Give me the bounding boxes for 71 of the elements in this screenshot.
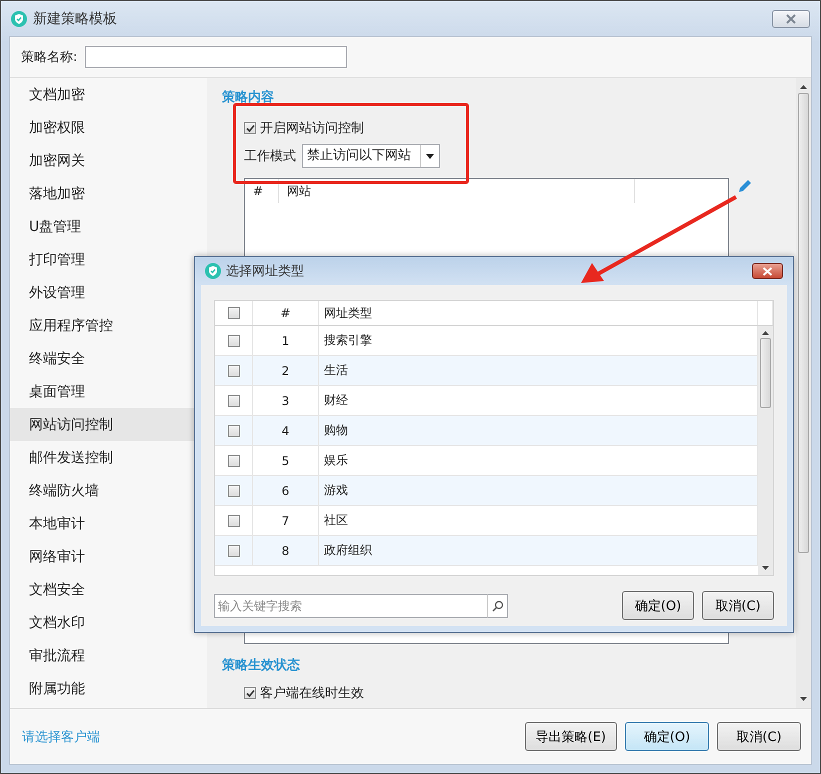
mode-label: 工作模式 [244, 148, 296, 165]
sidebar-item[interactable]: 加密权限 [10, 111, 207, 144]
mode-dropdown[interactable]: 禁止访问以下网站 [302, 144, 440, 168]
table-cell: 2 [253, 356, 319, 385]
search-icon[interactable] [492, 600, 504, 612]
table-cell: 7 [253, 506, 319, 535]
select-all-checkbox[interactable] [228, 307, 240, 319]
column-header: 网站 [279, 179, 635, 203]
close-icon [762, 266, 773, 276]
scroll-thumb[interactable] [760, 338, 771, 408]
checkbox-label: 客户端在线时生效 [260, 685, 364, 702]
scroll-up-icon[interactable] [762, 331, 769, 335]
search-button[interactable] [487, 594, 508, 618]
sidebar-item[interactable]: 附属功能 [10, 672, 207, 705]
row-checkbox[interactable] [228, 334, 240, 346]
scrollbar[interactable] [758, 326, 773, 575]
scroll-thumb[interactable] [798, 93, 809, 553]
dialog-button[interactable]: 确定(O) [622, 591, 694, 620]
table-row[interactable]: 7 社区 [215, 506, 758, 536]
column-header: 网址类型 [319, 301, 758, 325]
scroll-down-icon[interactable] [800, 697, 807, 701]
footer-button[interactable]: 取消(C) [717, 722, 801, 751]
row-checkbox[interactable] [228, 514, 240, 526]
sidebar-item[interactable]: U盘管理 [10, 210, 207, 243]
dialog-button[interactable]: 取消(C) [702, 591, 774, 620]
checkbox-label: 开启网站访问控制 [260, 120, 364, 137]
column-header: # [245, 179, 279, 203]
row-checkbox[interactable] [228, 484, 240, 496]
pencil-icon[interactable] [737, 178, 753, 194]
search-field[interactable]: 输入关键字搜索 [214, 594, 487, 618]
sidebar-item[interactable]: 审批流程 [10, 639, 207, 672]
sidebar-item[interactable]: 文档加密 [10, 78, 207, 111]
sidebar-item[interactable]: 落地加密 [10, 177, 207, 210]
scroll-down-icon[interactable] [762, 566, 769, 570]
app-logo-icon [11, 10, 27, 26]
table-row[interactable]: 8 政府组织 [215, 536, 758, 566]
row-checkbox[interactable] [228, 454, 240, 466]
table-cell: 4 [253, 416, 319, 445]
name-label: 策略名称: [21, 49, 78, 66]
row-checkbox[interactable] [228, 364, 240, 376]
row-checkbox[interactable] [228, 394, 240, 406]
column-header: # [253, 301, 319, 325]
table-row[interactable]: 4 购物 [215, 416, 758, 446]
table-cell: 6 [253, 476, 319, 505]
table-row[interactable]: 3 财经 [215, 386, 758, 416]
dialog-title: 选择网址类型 [226, 263, 305, 280]
footer-button[interactable]: 确定(O) [625, 722, 709, 751]
section-title: 策略内容 [222, 88, 275, 107]
table-row[interactable]: 1 搜索引擎 [215, 326, 758, 356]
row-checkbox[interactable] [228, 424, 240, 436]
online-checkbox[interactable] [244, 687, 256, 699]
table-row[interactable]: 5 娱乐 [215, 446, 758, 476]
scrollbar[interactable] [796, 78, 811, 708]
table-cell: 8 [253, 536, 319, 565]
close-button[interactable] [752, 263, 783, 279]
caret-icon [426, 154, 434, 158]
table-row[interactable]: 6 游戏 [215, 476, 758, 506]
footer-button[interactable]: 导出策略(E) [524, 722, 617, 751]
app-logo-icon [205, 263, 221, 279]
sidebar-item[interactable]: 加密网关 [10, 144, 207, 177]
close-icon [785, 14, 797, 24]
scroll-up-icon[interactable] [800, 85, 807, 89]
enable-checkbox[interactable] [244, 122, 256, 134]
table-cell: 1 [253, 326, 319, 355]
name-input-field[interactable] [85, 46, 348, 68]
section-title: 策略生效状态 [222, 657, 301, 675]
table-cell: 5 [253, 446, 319, 475]
row-checkbox[interactable] [228, 544, 240, 556]
window-title: 新建策略模板 [33, 10, 118, 28]
table-cell: 3 [253, 386, 319, 415]
table-row[interactable]: 2 生活 [215, 356, 758, 386]
